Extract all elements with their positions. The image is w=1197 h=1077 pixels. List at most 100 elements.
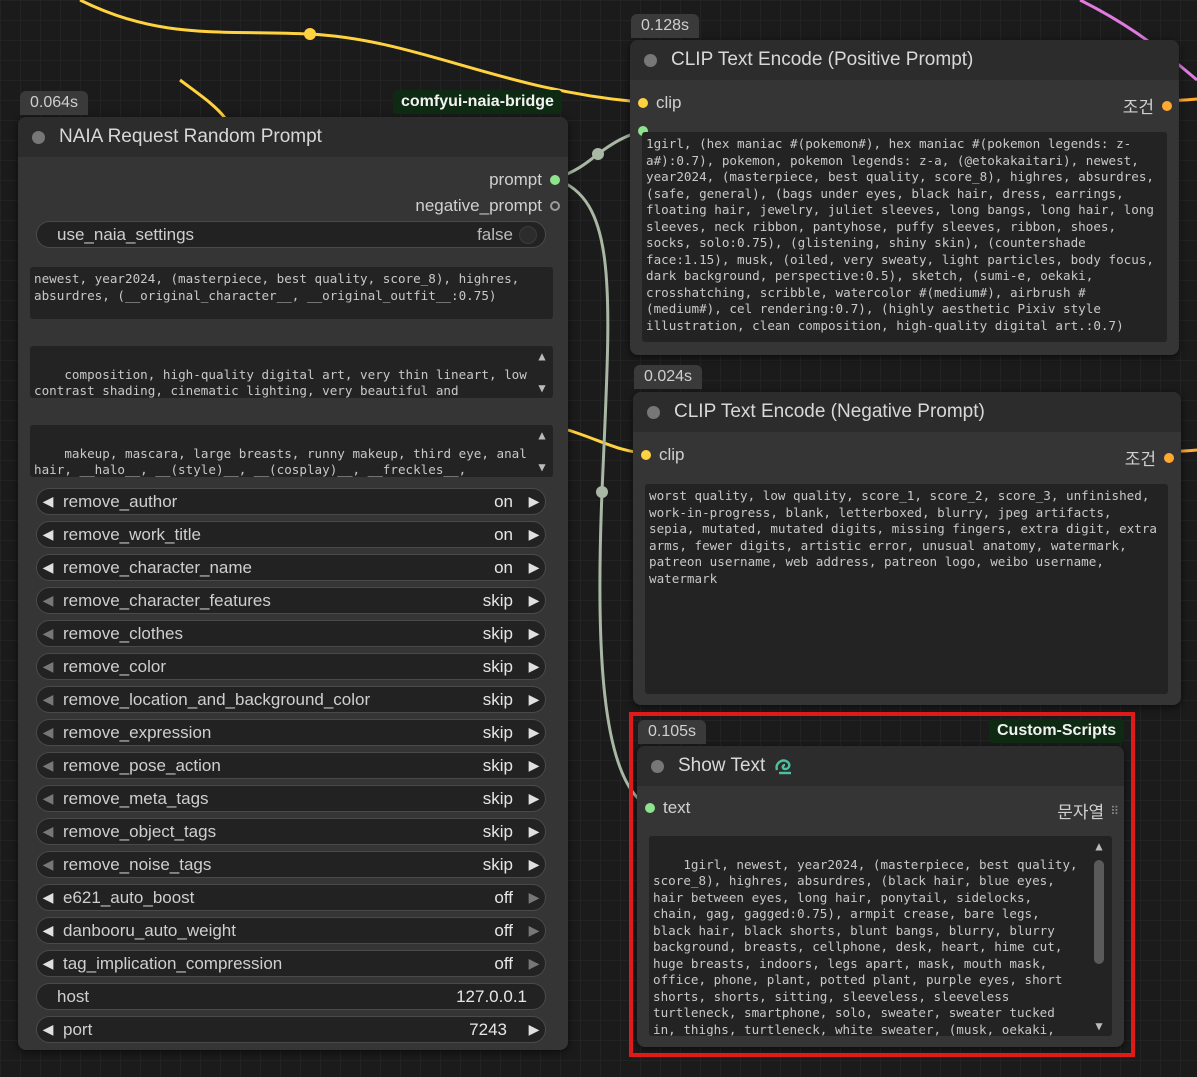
scroll-down-icon[interactable]: ▼ xyxy=(1095,1018,1102,1035)
combo-remove-character-name[interactable]: ◀ remove_character_name on ▶ xyxy=(36,554,546,581)
combo-right-arrow-icon[interactable]: ▶ xyxy=(523,625,545,642)
combo-left-arrow-icon[interactable]: ◀ xyxy=(37,658,59,675)
input-clip[interactable]: clip xyxy=(641,445,685,465)
combo-right-arrow-icon[interactable]: ▶ xyxy=(523,790,545,807)
combo-tag-implication-compression[interactable]: ◀ tag_implication_compression off ▶ xyxy=(36,950,546,977)
combo-left-arrow-icon[interactable]: ◀ xyxy=(37,625,59,642)
combo-right-arrow-icon[interactable]: ▶ xyxy=(523,823,545,840)
combo-right-arrow-icon[interactable]: ▶ xyxy=(523,922,545,939)
input-clip[interactable]: clip xyxy=(638,93,682,113)
negative-tags-textarea[interactable]: makeup, mascara, large breasts, runny ma… xyxy=(30,425,553,477)
combo-e621-auto-boost[interactable]: ◀ e621_auto_boost off ▶ xyxy=(36,884,546,911)
combo-left-arrow-icon[interactable]: ◀ xyxy=(37,559,59,576)
node-title-bar[interactable]: CLIP Text Encode (Negative Prompt) xyxy=(633,392,1181,432)
toggle-knob-icon[interactable] xyxy=(519,225,537,244)
combo-remove-character-features[interactable]: ◀ remove_character_features skip ▶ xyxy=(36,587,546,614)
node-title-bar[interactable]: CLIP Text Encode (Positive Prompt) xyxy=(630,40,1179,80)
combo-left-arrow-icon[interactable]: ◀ xyxy=(37,724,59,741)
positive-prompt-textarea[interactable]: 1girl, (hex maniac #(pokemon#), hex mani… xyxy=(642,132,1167,342)
combo-left-arrow-icon[interactable]: ◀ xyxy=(37,889,59,906)
node-title-bar[interactable]: NAIA Request Random Prompt xyxy=(18,117,568,157)
show-text-node[interactable]: Show Text text 문자열 ⠿ 1girl, newest, year… xyxy=(637,746,1124,1047)
combo-left-arrow-icon[interactable]: ◀ xyxy=(37,493,59,510)
scroll-up-icon[interactable]: ▲ xyxy=(1095,838,1102,855)
output-string[interactable]: 문자열 ⠿ xyxy=(1057,798,1119,823)
grid-dots-icon[interactable]: ⠿ xyxy=(1110,804,1119,818)
clip-wire-top xyxy=(79,0,641,104)
collapse-dot-icon[interactable] xyxy=(647,405,660,419)
clip-positive-time-badge: 0.128s xyxy=(631,14,700,38)
collapse-dot-icon[interactable] xyxy=(651,759,664,773)
widget-value: off xyxy=(494,887,513,907)
textarea-scroll-arrows[interactable]: ▲ ▼ xyxy=(533,427,551,475)
combo-left-arrow-icon[interactable]: ◀ xyxy=(37,955,59,972)
combo-remove-expression[interactable]: ◀ remove_expression skip ▶ xyxy=(36,719,546,746)
collapse-dot-icon[interactable] xyxy=(644,53,657,67)
combo-left-arrow-icon[interactable]: ◀ xyxy=(37,691,59,708)
increment-arrow-icon[interactable]: ▶ xyxy=(523,1021,545,1038)
combo-right-arrow-icon[interactable]: ▶ xyxy=(523,658,545,675)
clip-text-encode-negative-node[interactable]: CLIP Text Encode (Negative Prompt) clip … xyxy=(633,392,1181,705)
combo-remove-object-tags[interactable]: ◀ remove_object_tags skip ▶ xyxy=(36,818,546,845)
combo-right-arrow-icon[interactable]: ▶ xyxy=(523,526,545,543)
input-dot-icon[interactable] xyxy=(641,450,651,460)
output-dot-icon[interactable] xyxy=(1162,100,1172,111)
widget-value: skip xyxy=(482,623,513,643)
combo-left-arrow-icon[interactable]: ◀ xyxy=(37,526,59,543)
combo-right-arrow-icon[interactable]: ▶ xyxy=(523,955,545,972)
positive-template-textarea[interactable]: newest, year2024, (masterpiece, best qua… xyxy=(30,267,553,319)
positive-suffix-textarea[interactable]: composition, high-quality digital art, v… xyxy=(30,346,553,398)
combo-right-arrow-icon[interactable]: ▶ xyxy=(523,559,545,576)
show-text-output-textarea[interactable]: 1girl, newest, year2024, (masterpiece, b… xyxy=(649,836,1112,1036)
node-title-bar[interactable]: Show Text xyxy=(637,746,1124,786)
combo-left-arrow-icon[interactable]: ◀ xyxy=(37,757,59,774)
scroll-up-icon[interactable]: ▲ xyxy=(538,348,545,365)
input-dot-icon[interactable] xyxy=(645,803,655,813)
custom-scripts-snake-icon xyxy=(773,756,795,776)
combo-left-arrow-icon[interactable]: ◀ xyxy=(37,790,59,807)
combo-right-arrow-icon[interactable]: ▶ xyxy=(523,493,545,510)
scroll-down-icon[interactable]: ▼ xyxy=(538,459,545,476)
scroll-up-icon[interactable]: ▲ xyxy=(538,427,545,444)
output-negative-prompt[interactable]: negative_prompt xyxy=(415,196,560,216)
output-dot-icon[interactable] xyxy=(550,201,560,211)
clip-text-encode-positive-node[interactable]: CLIP Text Encode (Positive Prompt) clip … xyxy=(630,40,1179,355)
combo-danbooru-auto-weight[interactable]: ◀ danbooru_auto_weight off ▶ xyxy=(36,917,546,944)
combo-remove-pose-action[interactable]: ◀ remove_pose_action skip ▶ xyxy=(36,752,546,779)
output-conditioning[interactable]: 조건 xyxy=(1125,445,1174,470)
decrement-arrow-icon[interactable]: ◀ xyxy=(37,1021,59,1038)
combo-right-arrow-icon[interactable]: ▶ xyxy=(523,592,545,609)
output-prompt[interactable]: prompt xyxy=(489,170,560,190)
combo-remove-meta-tags[interactable]: ◀ remove_meta_tags skip ▶ xyxy=(36,785,546,812)
vertical-scrollbar-thumb[interactable] xyxy=(1094,860,1104,964)
port-number-widget[interactable]: ◀ port 7243 ▶ xyxy=(36,1016,546,1043)
output-dot-icon[interactable] xyxy=(1164,452,1174,463)
combo-left-arrow-icon[interactable]: ◀ xyxy=(37,922,59,939)
negative-prompt-textarea[interactable]: worst quality, low quality, score_1, sco… xyxy=(645,484,1168,694)
combo-right-arrow-icon[interactable]: ▶ xyxy=(523,889,545,906)
combo-right-arrow-icon[interactable]: ▶ xyxy=(523,757,545,774)
input-text[interactable]: text xyxy=(645,798,690,818)
naia-request-random-prompt-node[interactable]: NAIA Request Random Prompt prompt negati… xyxy=(18,117,568,1050)
use-naia-settings-toggle[interactable]: use_naia_settings false xyxy=(36,221,546,248)
combo-left-arrow-icon[interactable]: ◀ xyxy=(37,592,59,609)
combo-right-arrow-icon[interactable]: ▶ xyxy=(523,691,545,708)
combo-remove-author[interactable]: ◀ remove_author on ▶ xyxy=(36,488,546,515)
combo-remove-color[interactable]: ◀ remove_color skip ▶ xyxy=(36,653,546,680)
combo-remove-work-title[interactable]: ◀ remove_work_title on ▶ xyxy=(36,521,546,548)
combo-right-arrow-icon[interactable]: ▶ xyxy=(523,856,545,873)
combo-remove-noise-tags[interactable]: ◀ remove_noise_tags skip ▶ xyxy=(36,851,546,878)
output-conditioning[interactable]: 조건 xyxy=(1123,93,1172,118)
combo-left-arrow-icon[interactable]: ◀ xyxy=(37,856,59,873)
input-dot-icon[interactable] xyxy=(638,98,648,108)
scroll-down-icon[interactable]: ▼ xyxy=(538,380,545,397)
combo-left-arrow-icon[interactable]: ◀ xyxy=(37,823,59,840)
show-text-pack-badge: Custom-Scripts xyxy=(989,719,1125,743)
output-dot-icon[interactable] xyxy=(550,175,560,185)
host-input[interactable]: host 127.0.0.1 xyxy=(36,983,546,1010)
textarea-scroll-arrows[interactable]: ▲ ▼ xyxy=(533,348,551,396)
combo-remove-location-and-background-color[interactable]: ◀ remove_location_and_background_color s… xyxy=(36,686,546,713)
combo-remove-clothes[interactable]: ◀ remove_clothes skip ▶ xyxy=(36,620,546,647)
collapse-dot-icon[interactable] xyxy=(32,130,45,144)
combo-right-arrow-icon[interactable]: ▶ xyxy=(523,724,545,741)
